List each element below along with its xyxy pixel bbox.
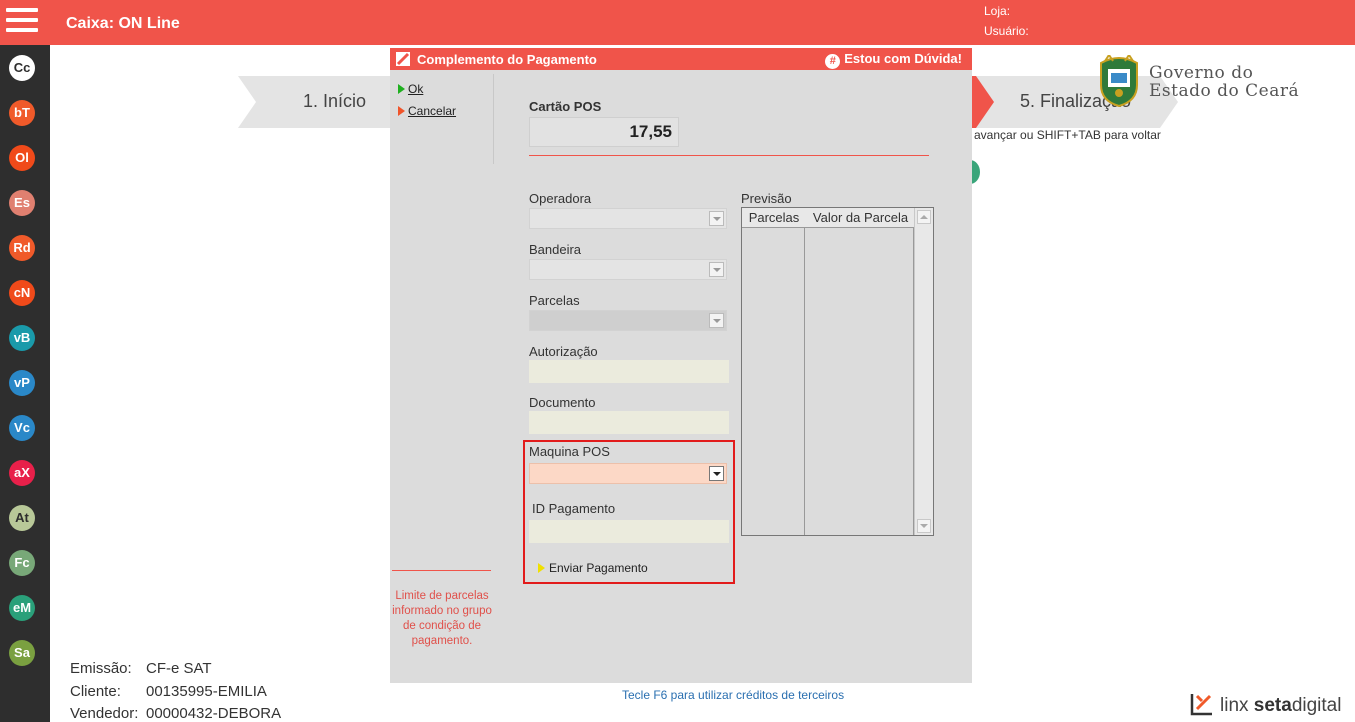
scroll-up-icon[interactable]	[917, 210, 931, 224]
help-button[interactable]: # Estou com Dúvida!	[825, 51, 962, 69]
parcelas-select[interactable]	[529, 310, 727, 331]
emissao-label: Emissão:	[70, 660, 132, 677]
operadora-select[interactable]	[529, 208, 727, 229]
linx-brand-digital: digital	[1291, 695, 1342, 716]
chevron-down-icon	[709, 211, 724, 226]
top-bar: Caixa: ON Line Loja: Usuário:	[0, 0, 1355, 45]
sidebar-item-fc[interactable]: Fc	[9, 550, 35, 576]
sidebar-item-rd[interactable]: Rd	[9, 235, 35, 261]
dialog-header: Complemento do Pagamento # Estou com Dúvi…	[390, 48, 972, 70]
step-1-label[interactable]: 1. Início	[303, 91, 366, 112]
operadora-label: Operadora	[529, 191, 592, 206]
documento-input[interactable]	[529, 411, 729, 434]
help-label: Estou com Dúvida!	[844, 51, 962, 66]
linx-logo-text: linx setadigital	[1220, 695, 1341, 717]
ok-button[interactable]: Ok	[398, 82, 423, 96]
sidebar-item-bt[interactable]: bT	[9, 100, 35, 126]
maquina-pos-select[interactable]	[529, 463, 727, 484]
linx-brand: linx	[1220, 695, 1249, 716]
grid-scrollbar[interactable]	[914, 208, 933, 535]
bandeira-select[interactable]	[529, 259, 727, 280]
send-arrow-icon	[538, 563, 545, 573]
note-divider	[392, 570, 491, 571]
sidebar-item-sa[interactable]: Sa	[9, 640, 35, 666]
payment-complement-dialog: Complemento do Pagamento # Estou com Dúvi…	[390, 48, 972, 683]
vendedor-label: Vendedor:	[70, 705, 139, 722]
ceara-crest-logo	[1100, 55, 1138, 107]
payment-total: 17,55	[529, 117, 679, 147]
id-pagamento-input[interactable]	[529, 520, 729, 543]
chevron-down-icon	[709, 313, 724, 328]
gov-logo-line2: Estado do Ceará	[1149, 81, 1300, 101]
payment-type-label: Cartão POS	[529, 99, 602, 114]
parcelas-label: Parcelas	[529, 293, 580, 308]
documento-label: Documento	[529, 395, 596, 410]
linx-brand-seta: seta	[1253, 695, 1292, 716]
autorizacao-input[interactable]	[529, 360, 729, 383]
cancel-label: Cancelar	[408, 104, 457, 118]
sidebar-item-at[interactable]: At	[9, 505, 35, 531]
send-payment-label: Enviar Pagamento	[549, 561, 648, 575]
app-logo-icon	[396, 52, 410, 66]
preview-label: Previsão	[741, 191, 792, 206]
autorizacao-label: Autorização	[529, 344, 598, 359]
cancel-arrow-icon	[398, 106, 405, 116]
ok-label: Ok	[408, 82, 424, 96]
vendedor-value: 00000432-DEBORA	[146, 705, 282, 722]
cliente-label: Cliente:	[70, 683, 121, 700]
send-payment-button[interactable]: Enviar Pagamento	[538, 561, 648, 575]
menu-icon[interactable]	[6, 8, 38, 36]
app-title: Caixa: ON Line	[66, 15, 180, 32]
sidebar-item-ol[interactable]: Ol	[9, 145, 35, 171]
cliente-value: 00135995-EMILIA	[146, 683, 267, 700]
loja-label: Loja:	[984, 4, 1011, 18]
menu-separator	[493, 74, 494, 164]
sidebar-item-ax[interactable]: aX	[9, 460, 35, 486]
sidebar-item-vb[interactable]: vB	[9, 325, 35, 351]
id-pagamento-label: ID Pagamento	[532, 501, 616, 516]
scroll-down-icon[interactable]	[917, 519, 931, 533]
emissao-value: CF-e SAT	[146, 660, 212, 677]
sidebar: Cc bT Ol Es Rd cN vB vP Vc aX At Fc eM Sa	[0, 45, 50, 722]
linx-logo-icon	[1190, 694, 1212, 716]
emissao-row: Emissão: CF-e SAT	[70, 660, 212, 677]
grid-column-valor	[806, 208, 914, 535]
ok-arrow-icon	[398, 84, 405, 94]
sidebar-item-es[interactable]: Es	[9, 190, 35, 216]
installments-preview-grid[interactable]: Parcelas Valor da Parcela	[741, 207, 934, 536]
sidebar-item-vp[interactable]: vP	[9, 370, 35, 396]
f6-credits-hint: Tecle F6 para utilizar créditos de terce…	[622, 688, 845, 702]
grid-header-parcelas[interactable]: Parcelas	[742, 208, 806, 228]
dialog-title: Complemento do Pagamento	[417, 52, 597, 67]
sidebar-item-vc[interactable]: Vc	[9, 415, 35, 441]
sidebar-item-cn[interactable]: cN	[9, 280, 35, 306]
sidebar-item-cc[interactable]: Cc	[9, 55, 35, 81]
grid-header-valor[interactable]: Valor da Parcela	[806, 208, 915, 228]
cancel-button[interactable]: Cancelar	[398, 104, 456, 118]
chevron-down-icon	[709, 466, 724, 481]
usuario-label: Usuário:	[984, 24, 1029, 38]
maquina-pos-label: Maquina POS	[529, 444, 610, 459]
gov-logo-line1: Governo do	[1149, 63, 1254, 83]
cliente-row: Cliente: 00135995-EMILIA	[70, 683, 267, 700]
navigation-hint: a avançar ou SHIFT+TAB para voltar	[964, 128, 1161, 142]
chevron-down-icon	[709, 262, 724, 277]
sidebar-item-em[interactable]: eM	[9, 595, 35, 621]
bandeira-label: Bandeira	[529, 242, 582, 257]
installment-limit-note: Limite de parcelas informado no grupo de…	[392, 590, 492, 647]
vendedor-row: Vendedor: 00000432-DEBORA	[70, 705, 281, 722]
help-icon: #	[825, 54, 841, 69]
grid-column-parcelas	[742, 208, 805, 535]
section-divider	[529, 155, 929, 156]
